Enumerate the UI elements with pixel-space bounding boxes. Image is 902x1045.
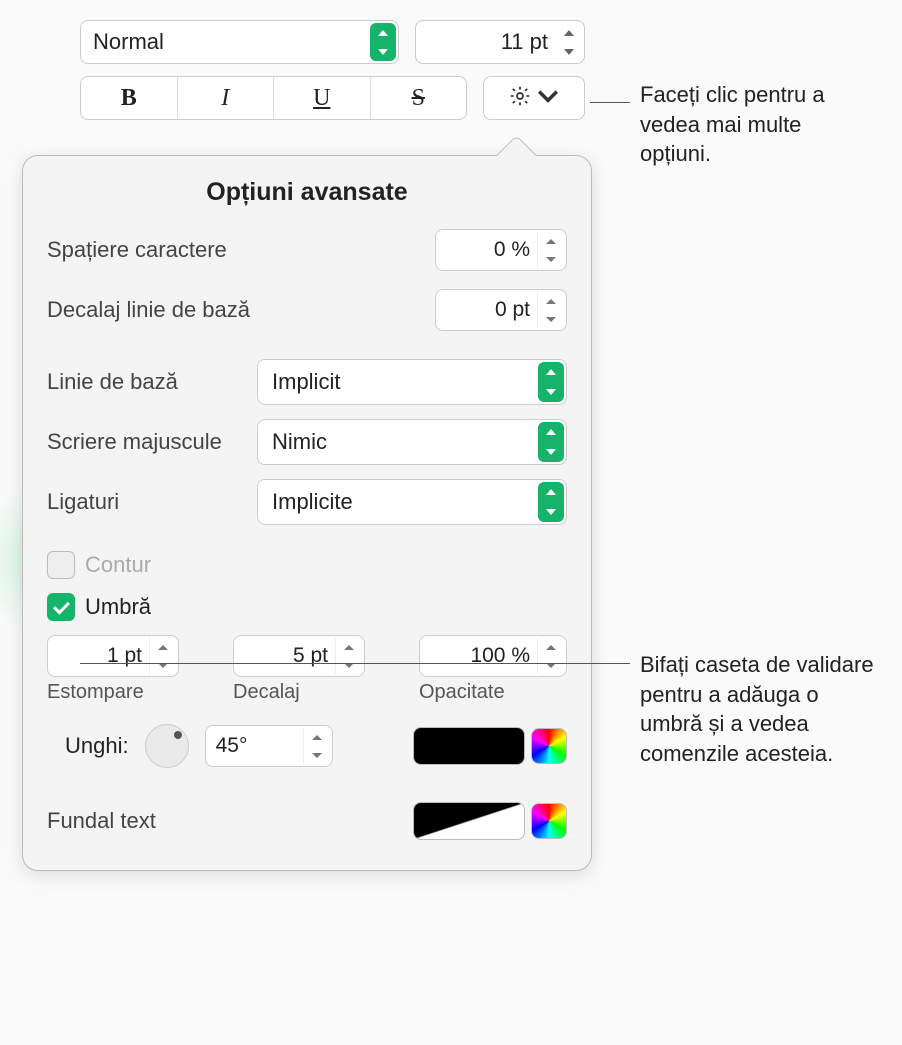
baseline-shift-value: 0 pt (495, 298, 530, 322)
baseline-shift-label: Decalaj linie de bază (47, 297, 250, 323)
advanced-options-popover: Opțiuni avansate Spațiere caractere 0 % … (22, 155, 592, 871)
shadow-offset-stepper[interactable]: 5 pt (233, 635, 365, 677)
text-background-color-well[interactable] (413, 802, 525, 840)
advanced-options-button[interactable] (483, 76, 585, 120)
strikethrough-button[interactable]: S (371, 77, 467, 119)
shadow-blur-stepper[interactable]: 1 pt (47, 635, 179, 677)
shadow-opacity-stepper[interactable]: 100 % (419, 635, 567, 677)
font-weight-select[interactable]: Normal (80, 20, 399, 64)
callout-gear: Faceți clic pentru a vedea mai multe opț… (640, 80, 875, 169)
font-weight-value: Normal (93, 29, 388, 55)
baseline-select-value: Implicit (272, 369, 340, 395)
baseline-select[interactable]: Implicit (257, 359, 567, 405)
shadow-color-well[interactable] (413, 727, 525, 765)
shadow-offset-value: 5 pt (293, 644, 328, 668)
font-size-stepper[interactable]: 11 pt (415, 20, 585, 64)
shadow-checkbox[interactable] (47, 593, 75, 621)
shadow-blur-caption: Estompare (47, 681, 144, 704)
shadow-angle-dial[interactable] (145, 724, 189, 768)
char-spacing-stepper[interactable]: 0 % (435, 229, 567, 271)
callout-shadow: Bifați caseta de validare pentru a adăug… (640, 650, 885, 769)
text-background-color-picker-button[interactable] (531, 803, 567, 839)
ligatures-select-toggle[interactable] (538, 482, 564, 522)
shadow-row: Umbră (47, 593, 567, 621)
shadow-opacity-value: 100 % (470, 644, 530, 668)
baseline-select-toggle[interactable] (538, 362, 564, 402)
bold-button[interactable]: B (81, 77, 178, 119)
shadow-offset-caption: Decalaj (233, 681, 300, 704)
shadow-angle-value: 45° (216, 734, 248, 758)
shadow-color-picker-button[interactable] (531, 728, 567, 764)
chevron-down-icon (537, 85, 559, 112)
shadow-label: Umbră (85, 594, 151, 620)
text-background-label: Fundal text (47, 808, 156, 834)
caps-label: Scriere majuscule (47, 429, 257, 455)
text-style-group: B I U S (80, 76, 467, 120)
outline-checkbox[interactable] (47, 551, 75, 579)
shadow-blur-value: 1 pt (107, 644, 142, 668)
shadow-angle-label: Unghi: (65, 733, 129, 759)
baseline-label: Linie de bază (47, 369, 257, 395)
ligatures-select-value: Implicite (272, 489, 353, 515)
gear-icon (509, 85, 531, 112)
italic-button[interactable]: I (178, 77, 275, 119)
popover-title: Opțiuni avansate (47, 178, 567, 207)
char-spacing-label: Spațiere caractere (47, 237, 227, 263)
font-weight-stepper[interactable] (370, 23, 396, 61)
font-size-value: 11 pt (501, 29, 548, 55)
caps-select[interactable]: Nimic (257, 419, 567, 465)
outline-row: Contur (47, 551, 567, 579)
caps-select-toggle[interactable] (538, 422, 564, 462)
char-spacing-value: 0 % (494, 238, 530, 262)
font-size-arrows[interactable] (556, 23, 582, 61)
outline-label: Contur (85, 552, 151, 578)
shadow-opacity-caption: Opacitate (419, 681, 505, 704)
shadow-angle-stepper[interactable]: 45° (205, 725, 333, 767)
ligatures-label: Ligaturi (47, 489, 257, 515)
underline-button[interactable]: U (274, 77, 371, 119)
caps-select-value: Nimic (272, 429, 327, 455)
baseline-shift-stepper[interactable]: 0 pt (435, 289, 567, 331)
ligatures-select[interactable]: Implicite (257, 479, 567, 525)
